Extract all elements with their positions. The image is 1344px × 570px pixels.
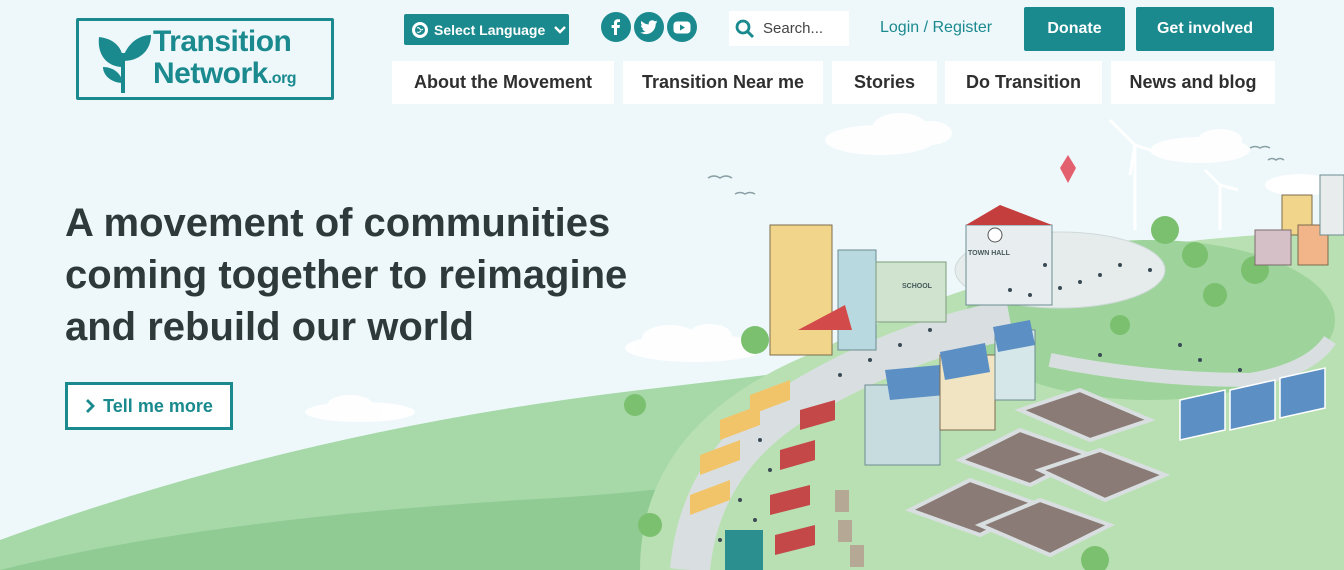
chevron-right-icon [86, 399, 96, 413]
nav-item-news-and-blog[interactable]: News and blog [1111, 61, 1275, 104]
language-select-label: Select Language [434, 21, 546, 38]
chevron-down-icon [554, 25, 567, 34]
logo-text-line1: Transition [153, 25, 292, 58]
youtube-icon[interactable] [667, 12, 697, 42]
twitter-icon[interactable] [634, 12, 664, 42]
hero-headline: A movement of communities coming togethe… [65, 197, 665, 353]
site-logo[interactable]: Transition Network.org [76, 18, 334, 100]
search-icon [735, 19, 755, 38]
leaf-logo-icon [98, 35, 151, 93]
get-involved-button[interactable]: Get involved [1136, 7, 1274, 51]
nav-item-stories[interactable]: Stories [832, 61, 937, 104]
hero-headline-line: coming together to reimagine [65, 253, 628, 297]
school-sign: SCHOOL [902, 283, 933, 290]
search-input[interactable] [761, 19, 841, 38]
tell-me-more-button[interactable]: Tell me more [65, 382, 233, 430]
tell-me-more-label: Tell me more [103, 395, 213, 416]
hero-headline-line: and rebuild our world [65, 305, 474, 349]
logo-text-line2: Network.org [153, 57, 297, 90]
language-select[interactable]: Select Language [404, 14, 569, 45]
facebook-icon[interactable] [601, 12, 631, 42]
hero-headline-line: A movement of communities [65, 201, 611, 245]
search-box[interactable] [729, 11, 849, 46]
login-register-link[interactable]: Login / Register [880, 19, 992, 37]
globe-icon [412, 21, 428, 38]
donate-button[interactable]: Donate [1024, 7, 1125, 51]
nav-item-transition-near-me[interactable]: Transition Near me [623, 61, 823, 104]
town-hall-sign: TOWN HALL [968, 250, 1011, 257]
nav-item-do-transition[interactable]: Do Transition [945, 61, 1102, 104]
nav-item-about-the-movement[interactable]: About the Movement [392, 61, 614, 104]
